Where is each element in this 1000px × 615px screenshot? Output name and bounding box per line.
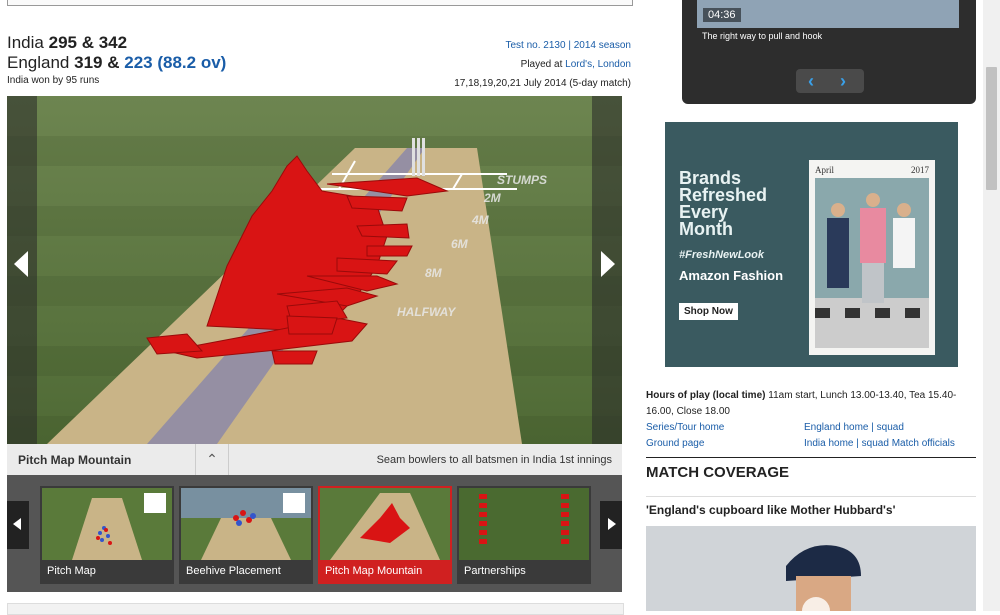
thumbnail-label: Pitch Map Mountain [325, 565, 423, 577]
story-headline[interactable]: 'England's cupboard like Mother Hubbard'… [646, 503, 895, 517]
ad-calendar-month: April [815, 165, 834, 175]
pitch-marker-4m: 4M [471, 213, 490, 227]
ad-headline: Brands Refreshed Every Month [679, 169, 767, 239]
pitch-marker-halfway: HALFWAY [397, 305, 456, 319]
india-home-link[interactable]: India home [804, 438, 853, 449]
video-widget: 04:36 The right way to pull and hook ‹ › [682, 0, 976, 104]
section-divider [646, 496, 976, 497]
video-thumbnail[interactable]: 04:36 [697, 0, 959, 28]
chevron-up-icon[interactable]: ⌃ [195, 444, 229, 475]
next-arrow-icon[interactable] [601, 251, 615, 277]
visualization-description: Seam bowlers to all batsmen in India 1st… [376, 454, 612, 466]
thumbnail-partnerships[interactable]: Partnerships [457, 486, 591, 584]
previous-arrow-icon[interactable] [14, 251, 28, 277]
pitch-map-mountain-visualization: STUMPS 2M 4M 6M 8M HALFWAY [7, 96, 622, 444]
pitch-marker-stumps: STUMPS [497, 173, 547, 187]
match-dates: 17,18,19,20,21 July 2014 (5-day match) [454, 78, 631, 89]
thumbnail-label: Beehive Placement [186, 565, 281, 577]
ad-calendar: April 2017 [809, 160, 935, 355]
hours-of-play: Hours of play (local time) 11am start, L… [646, 388, 976, 420]
team1-score-line: India 295 & 342 [7, 33, 226, 53]
thumbnail-pitch-map-mountain[interactable]: Pitch Map Mountain [318, 486, 452, 584]
video-title[interactable]: The right way to pull and hook [702, 31, 822, 41]
pitch-3d-render: STUMPS 2M 4M 6M 8M HALFWAY [7, 96, 622, 444]
test-no-link[interactable]: Test no. 2130 [506, 40, 566, 51]
venue-link[interactable]: Lord's, London [565, 59, 631, 70]
hours-label: Hours of play (local time) [646, 390, 766, 401]
match-coverage-heading: MATCH COVERAGE [646, 464, 790, 481]
pitch-map-preview [42, 488, 172, 560]
pitch-marker-8m: 8M [425, 266, 443, 280]
visualization-title: Pitch Map Mountain [18, 453, 132, 467]
partnerships-preview [459, 488, 589, 560]
ad-hashtag: #FreshNewLook [679, 249, 764, 261]
team1-score: 295 & 342 [48, 33, 128, 52]
visualization-caption-bar: Pitch Map Mountain ⌃ Seam bowlers to all… [7, 444, 622, 476]
team2-name: England [7, 53, 70, 72]
shop-now-button[interactable]: Shop Now [679, 303, 738, 320]
team2-score-line: England 319 & 223 (88.2 ov) [7, 53, 226, 73]
england-squad-link[interactable]: squad [877, 422, 904, 433]
thumbnail-label: Pitch Map [47, 565, 96, 577]
video-pager: ‹ › [796, 69, 864, 93]
visualization-thumbnail-strip: Pitch Map Beehive Placement Pitch Map Mo… [7, 475, 622, 592]
thumbs-next-icon[interactable] [600, 501, 622, 549]
thumbs-prev-icon[interactable] [7, 501, 29, 549]
team2-overs: (88.2 ov) [157, 53, 227, 72]
page-scrollbar[interactable] [983, 0, 1000, 611]
section-divider [646, 457, 976, 458]
ad-headline-line: Month [679, 219, 733, 239]
england-home-link[interactable]: England home [804, 422, 869, 433]
pitch-marker-2m: 2M [483, 191, 502, 205]
story-image[interactable] [646, 526, 976, 611]
match-result: India won by 95 runs [7, 75, 100, 86]
top-panel-edge [7, 0, 633, 6]
thumbnail-beehive-placement[interactable]: Beehive Placement [179, 486, 313, 584]
india-squad-link[interactable]: squad [862, 438, 889, 449]
thumbnail-pitch-map[interactable]: Pitch Map [40, 486, 174, 584]
advertisement-banner[interactable]: Brands Refreshed Every Month #FreshNewLo… [665, 122, 958, 367]
ad-brand: Amazon Fashion [679, 268, 784, 283]
scrollbar-thumb[interactable] [986, 67, 997, 190]
lower-panel-edge [7, 603, 624, 615]
series-tour-home-link[interactable]: Series/Tour home [646, 422, 724, 433]
match-info: Hours of play (local time) 11am start, L… [646, 388, 976, 452]
thumbnail-label: Partnerships [464, 565, 526, 577]
team2-score1: 319 & [74, 53, 120, 72]
video-duration: 04:36 [703, 8, 741, 22]
season-link[interactable]: 2014 season [574, 40, 631, 51]
played-at-label: Played at [520, 59, 563, 70]
team2-score2: 223 [124, 53, 153, 72]
chevron-right-icon[interactable]: › [840, 71, 846, 92]
meta-separator: | [568, 40, 571, 51]
ad-photo [815, 178, 929, 348]
scorecard: India 295 & 342 England 319 & 223 (88.2 … [7, 33, 226, 86]
team1-name: India [7, 33, 44, 52]
mountain-preview [320, 488, 450, 560]
ground-page-link[interactable]: Ground page [646, 438, 704, 449]
match-officials-link[interactable]: Match officials [892, 438, 955, 449]
pitch-marker-6m: 6M [451, 237, 469, 251]
beehive-preview [181, 488, 311, 560]
ad-calendar-year: 2017 [911, 165, 929, 175]
chevron-left-icon[interactable]: ‹ [808, 71, 814, 92]
match-meta: Test no. 2130 | 2014 season Played at Lo… [454, 36, 631, 93]
